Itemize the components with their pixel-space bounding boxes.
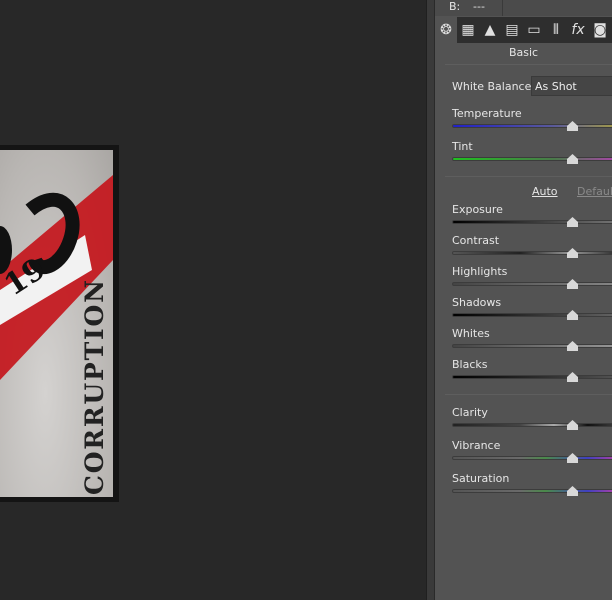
rgb-readout: B: --- — [435, 0, 612, 16]
camera-calibration-icon: ◙ — [593, 22, 607, 38]
saturation-slider-thumb[interactable] — [567, 486, 578, 496]
hsl-icon: ▤ — [505, 22, 519, 38]
highlights-slider-thumb[interactable] — [567, 279, 578, 289]
temperature-slider[interactable] — [452, 124, 612, 128]
divider — [445, 176, 612, 177]
detail-icon: ▲ — [484, 22, 496, 38]
tab-split-toning[interactable]: ▭ — [523, 17, 545, 43]
default-link[interactable]: Default — [577, 185, 612, 198]
blacks-slider-thumb[interactable] — [567, 372, 578, 382]
vibrance-label: Vibrance — [452, 439, 501, 452]
highlights-slider[interactable] — [452, 282, 612, 286]
saturation-slider[interactable] — [452, 489, 612, 493]
tint-slider-thumb[interactable] — [567, 154, 578, 164]
shadows-label: Shadows — [452, 296, 502, 309]
aperture-icon: ❂ — [440, 22, 452, 38]
divider — [445, 64, 612, 65]
poster-word: CORRUPTION — [80, 280, 109, 495]
auto-link[interactable]: Auto — [532, 185, 558, 198]
tint-label: Tint — [452, 140, 473, 153]
clarity-slider-thumb[interactable] — [567, 420, 578, 430]
image-canvas: 19 CORRUPTION — [0, 0, 427, 600]
temperature-label: Temperature — [452, 107, 522, 120]
contrast-slider-thumb[interactable] — [567, 248, 578, 258]
whites-slider[interactable] — [452, 344, 612, 348]
tab-detail[interactable]: ▲ — [479, 17, 501, 43]
blue-label: B: — [449, 0, 461, 13]
readout-divider — [502, 0, 503, 16]
white-balance-label: White Balance: — [452, 80, 536, 93]
tint-slider[interactable] — [452, 157, 612, 161]
tab-hsl[interactable]: ▤ — [501, 17, 523, 43]
divider — [445, 394, 612, 395]
blacks-slider[interactable] — [452, 375, 612, 379]
tab-camera-calibration[interactable]: ◙ — [589, 17, 611, 43]
shadows-slider[interactable] — [452, 313, 612, 317]
vibrance-slider-thumb[interactable] — [567, 453, 578, 463]
whites-slider-thumb[interactable] — [567, 341, 578, 351]
exposure-label: Exposure — [452, 203, 503, 216]
tab-tone-curve[interactable]: ▦ — [457, 17, 479, 43]
lens-corrections-icon: ⦀ — [552, 22, 560, 38]
shadows-slider-thumb[interactable] — [567, 310, 578, 320]
poster-artwork: 19 CORRUPTION — [0, 175, 113, 495]
photo-preview: 19 CORRUPTION — [0, 150, 113, 497]
clarity-slider[interactable] — [452, 423, 612, 427]
white-balance-select[interactable]: As Shot — [531, 76, 612, 96]
highlights-label: Highlights — [452, 265, 508, 278]
panel-divider[interactable] — [426, 0, 435, 600]
panel-title: Basic — [508, 46, 539, 59]
tab-aperture[interactable]: ❂ — [435, 17, 457, 43]
vibrance-slider[interactable] — [452, 456, 612, 460]
tone-curve-icon: ▦ — [461, 22, 475, 38]
contrast-slider[interactable] — [452, 251, 612, 255]
blacks-label: Blacks — [452, 358, 488, 371]
fx-icon: fx — [571, 22, 585, 38]
tab-fx[interactable]: fx — [567, 17, 589, 43]
panel-tabs: ❂ ▦ ▲ ▤ ▭ ⦀ fx ◙ — [435, 17, 612, 43]
camera-raw-panel: B: --- ❂ ▦ ▲ ▤ ▭ ⦀ fx ◙ Basic White Balance: As… — [435, 0, 612, 600]
blue-value: --- — [473, 0, 485, 13]
tab-lens-corrections[interactable]: ⦀ — [545, 17, 567, 43]
exposure-slider-thumb[interactable] — [567, 217, 578, 227]
contrast-label: Contrast — [452, 234, 500, 247]
split-toning-icon: ▭ — [527, 22, 541, 38]
saturation-label: Saturation — [452, 472, 510, 485]
whites-label: Whites — [452, 327, 490, 340]
clarity-label: Clarity — [452, 406, 488, 419]
temperature-slider-thumb[interactable] — [567, 121, 578, 131]
exposure-slider[interactable] — [452, 220, 612, 224]
